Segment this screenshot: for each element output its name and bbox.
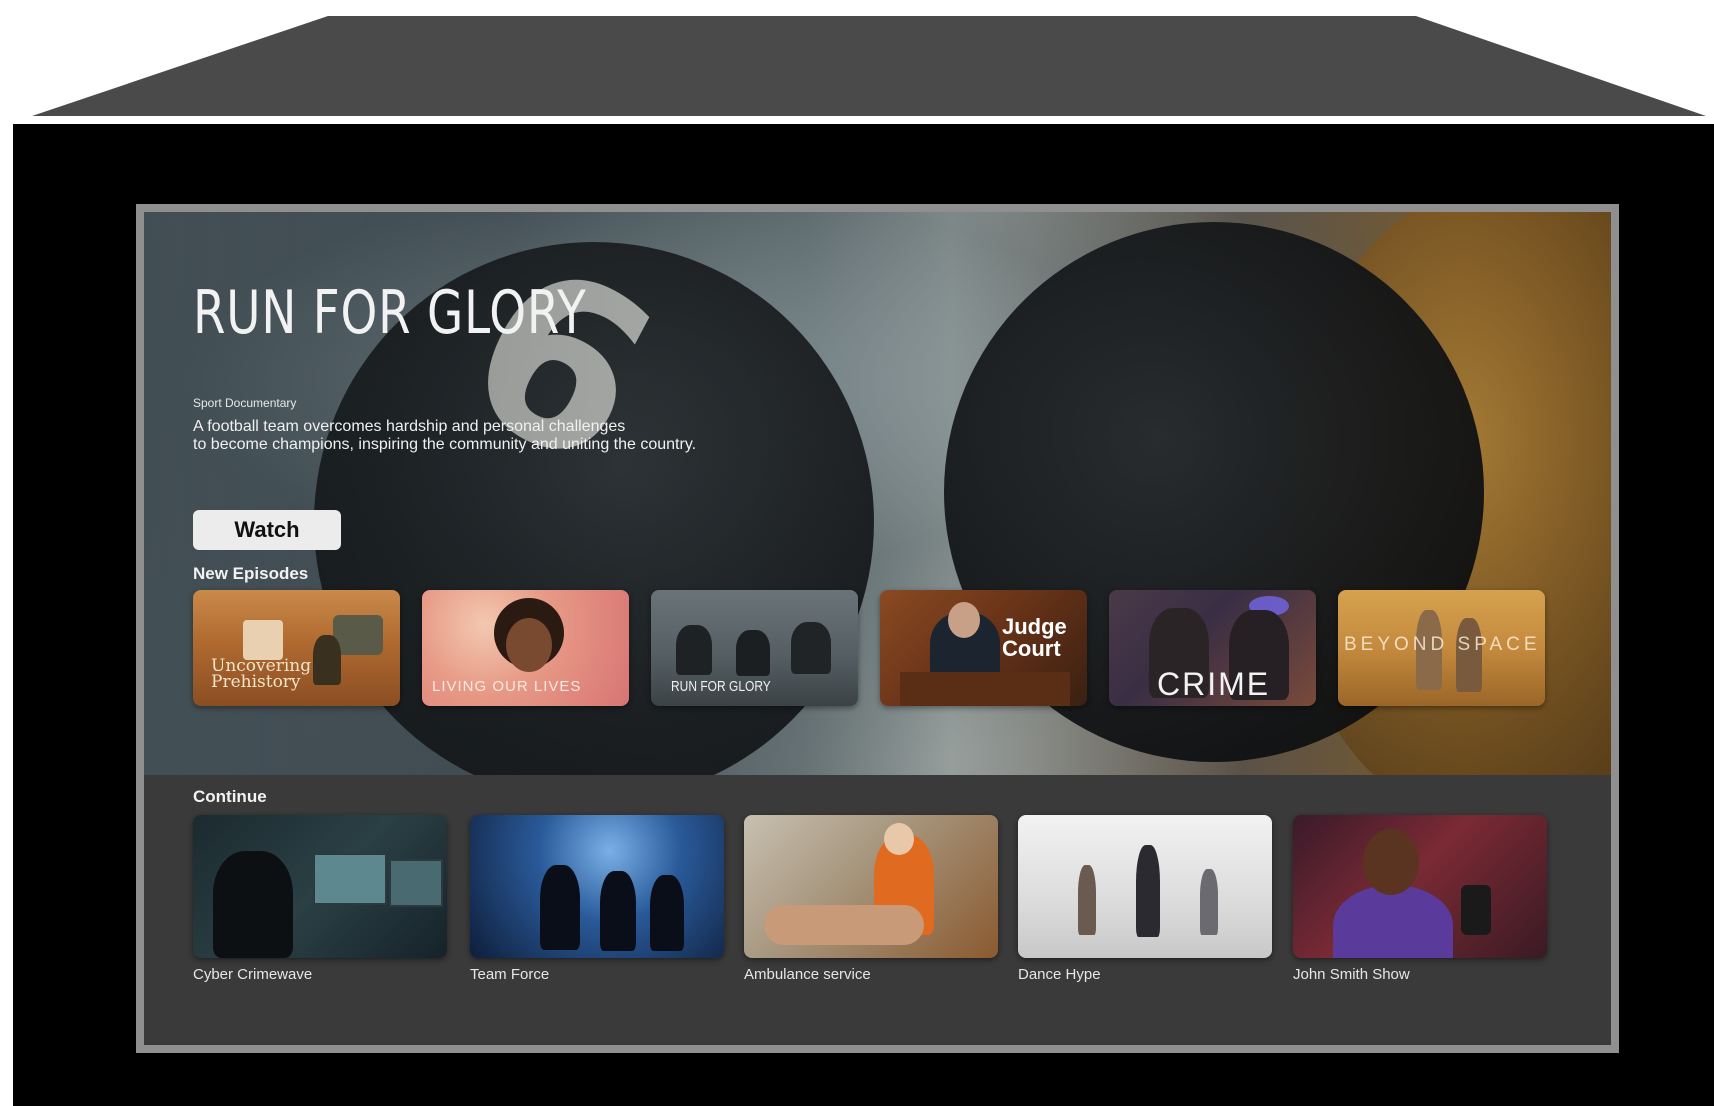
tv-screen: 6 RUN FOR GLORY Sport Documentary A foot… [136, 204, 1619, 1053]
tent-shape [243, 620, 283, 660]
episode-tile-judge-court[interactable]: Judge Court [880, 590, 1087, 706]
hero-banner: 6 RUN FOR GLORY Sport Documentary A foot… [144, 212, 1611, 775]
face-shape [1363, 829, 1419, 895]
new-episodes-label: New Episodes [193, 564, 309, 583]
continue-row: Cyber Crimewave Team Force Ambulance ser… [193, 815, 1553, 1015]
continue-title: Cyber Crimewave [193, 966, 313, 983]
hero-title: RUN FOR GLORY [193, 278, 587, 348]
continue-label: Continue [193, 787, 267, 806]
watch-button[interactable]: Watch [193, 510, 341, 550]
dancer-shape [1200, 869, 1218, 935]
continue-section: Continue Cyber Crimewave Team Force Ambu… [144, 775, 1611, 1045]
soldier-shape [650, 875, 684, 951]
episode-tile-run-for-glory[interactable]: RUN FOR GLORY [651, 590, 858, 706]
hero-description-line: A football team overcomes hardship and p… [193, 418, 626, 435]
continue-title: Ambulance service [744, 966, 871, 983]
episode-caption: RUN FOR GLORY [671, 678, 771, 695]
microphone-shape [1461, 885, 1491, 935]
dancer-shape [1078, 865, 1096, 935]
hero-description: A football team overcomes hardship and p… [193, 418, 813, 454]
dancer-shape [1136, 845, 1160, 937]
continue-card-ambulance-service[interactable] [744, 815, 998, 958]
episode-caption: Uncovering Prehistory [211, 656, 312, 692]
sweater-shape [1333, 885, 1453, 958]
episode-tile-crime[interactable]: CRIME [1109, 590, 1316, 706]
hero-description-line: to become champions, inspiring the commu… [193, 436, 697, 453]
continue-title: Team Force [470, 966, 550, 983]
episode-caption: CRIME [1157, 666, 1271, 702]
face-shape [506, 618, 552, 672]
monitor-shape [389, 859, 443, 907]
episode-caption: Judge Court [1002, 614, 1067, 661]
episode-tile-uncovering-prehistory[interactable]: Uncovering Prehistory [193, 590, 400, 706]
continue-title: Dance Hype [1018, 966, 1101, 983]
tv-stand-roof [32, 16, 1706, 116]
player-shape [736, 630, 770, 676]
continue-card-john-smith-show[interactable] [1293, 815, 1547, 958]
card-art [470, 815, 724, 958]
face-shape [948, 602, 980, 638]
continue-card-cyber-crimewave[interactable] [193, 815, 447, 958]
episode-caption: BEYOND SPACE [1344, 634, 1541, 655]
monitor-shape [313, 853, 387, 905]
patient-shape [764, 905, 924, 945]
player-shape [676, 625, 712, 675]
face-shape [884, 823, 914, 855]
hacker-shape [213, 851, 293, 958]
soldier-shape [540, 865, 580, 950]
new-episodes-row: Uncovering Prehistory LIVING OUR LIVES R… [193, 590, 1553, 708]
episode-tile-beyond-space[interactable]: BEYOND SPACE [1338, 590, 1545, 706]
player-shape [791, 622, 831, 674]
desk-shape [900, 672, 1070, 706]
episode-caption: LIVING OUR LIVES [432, 678, 582, 695]
episode-tile-living-our-lives[interactable]: LIVING OUR LIVES [422, 590, 629, 706]
continue-title: John Smith Show [1293, 966, 1410, 983]
continue-card-team-force[interactable] [470, 815, 724, 958]
continue-card-dance-hype[interactable] [1018, 815, 1272, 958]
hero-genre: Sport Documentary [193, 396, 297, 410]
soldier-shape [600, 871, 636, 951]
